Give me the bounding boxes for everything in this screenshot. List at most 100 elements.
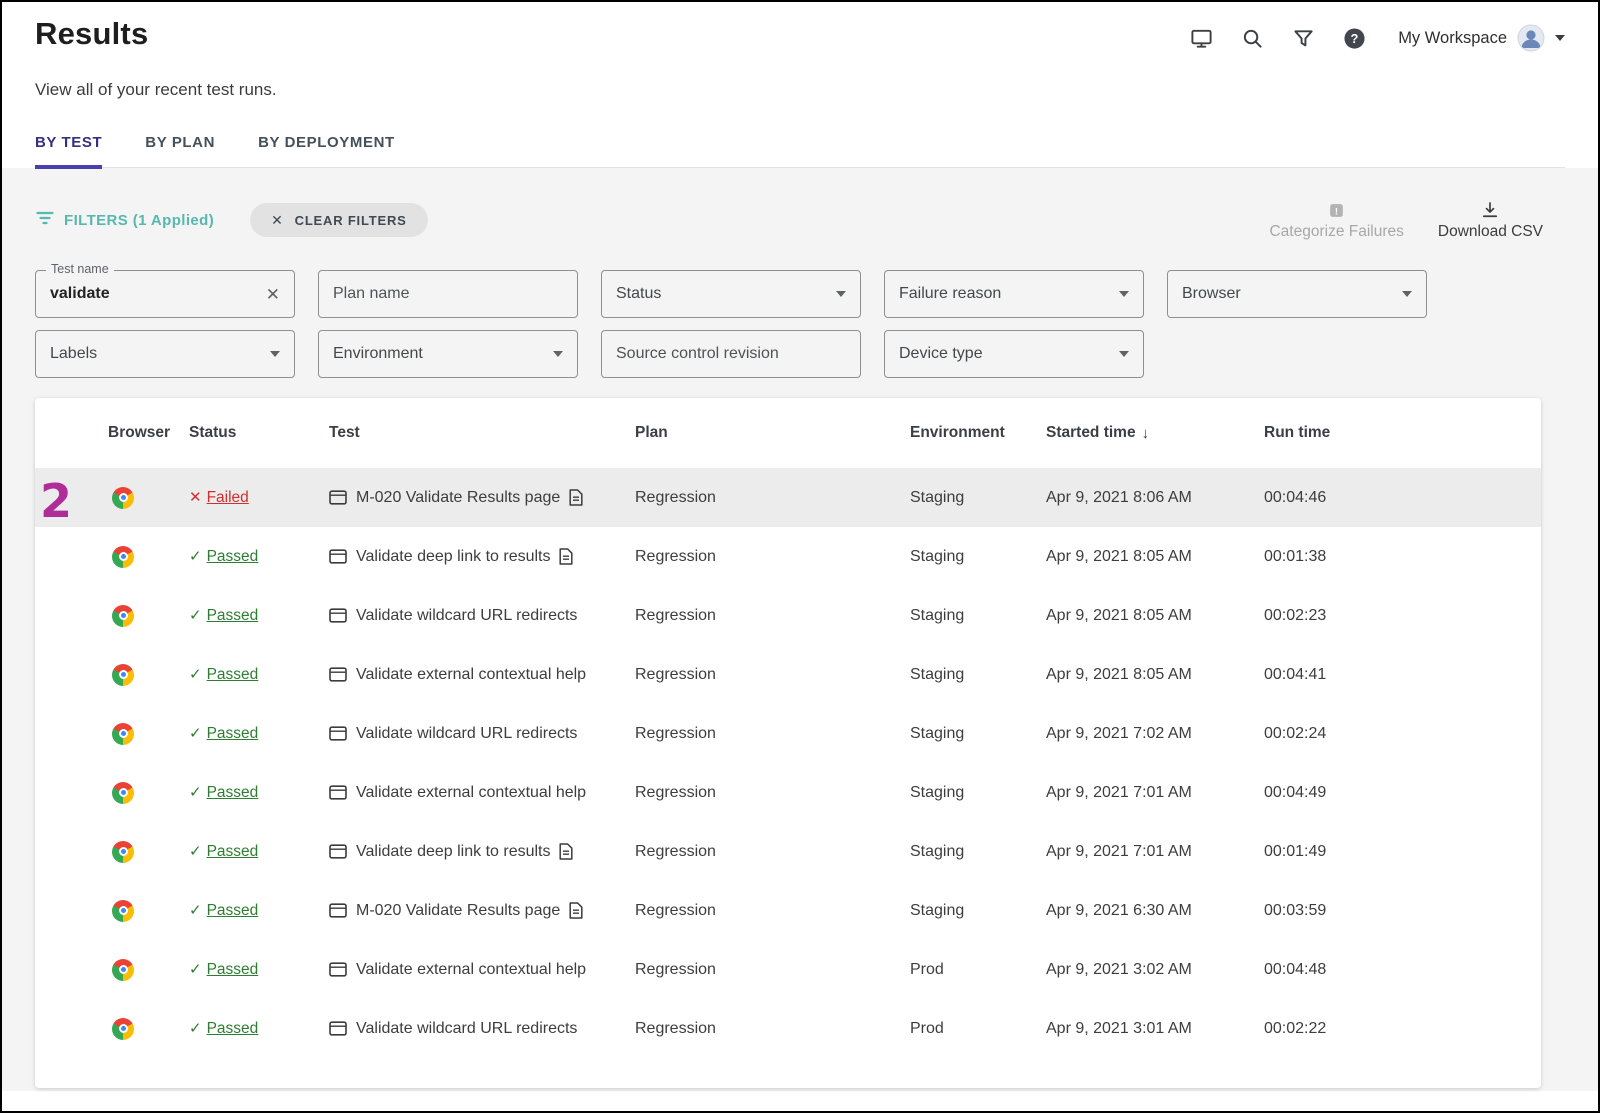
search-icon[interactable] [1241,27,1264,50]
status-filter[interactable]: Status [601,270,861,318]
tab-bar: BY TEST BY PLAN BY DEPLOYMENT [35,134,1565,168]
help-icon[interactable]: ? [1343,27,1366,50]
note-icon[interactable] [569,902,583,919]
status-link[interactable]: Passed [207,725,259,743]
chevron-down-icon [1119,291,1129,297]
clear-test-name-icon[interactable]: ✕ [266,286,280,303]
test-name[interactable]: M-020 Validate Results page [356,902,560,920]
status-link[interactable]: Passed [207,607,259,625]
monitor-icon[interactable] [1190,27,1213,50]
filters-summary-label: FILTERS (1 Applied) [64,212,214,229]
table-row[interactable]: ✓ Passed Validate deep link to results R… [35,822,1541,881]
table-row[interactable]: ✓ Passed Validate wildcard URL redirects… [35,704,1541,763]
browser-window-icon [329,962,347,977]
chrome-browser-icon [112,664,134,686]
test-name[interactable]: Validate external contextual help [356,666,586,684]
test-cell: Validate deep link to results [329,548,635,566]
chrome-browser-icon [112,900,134,922]
table-row[interactable]: ✓ Passed Validate wildcard URL redirects… [35,999,1541,1058]
status-cell: ✓ Passed [189,1020,329,1038]
filter-row-2: Labels Environment Device type [35,330,1565,378]
filters-summary[interactable]: FILTERS (1 Applied) [35,208,214,232]
browser-window-icon [329,785,347,800]
filter-icon[interactable] [1292,27,1315,50]
device-type-filter[interactable]: Device type [884,330,1144,378]
browser-window-icon [329,490,347,505]
failure-reason-filter[interactable]: Failure reason [884,270,1144,318]
status-filter-label: Status [616,285,836,303]
test-name[interactable]: M-020 Validate Results page [356,489,560,507]
chrome-browser-icon [112,959,134,981]
col-started-time[interactable]: Started time ↓ [1046,424,1264,442]
test-name[interactable]: Validate wildcard URL redirects [356,607,577,625]
run-time-cell: 00:01:49 [1264,843,1525,861]
col-plan: Plan [635,424,910,442]
started-time-cell: Apr 9, 2021 7:01 AM [1046,784,1264,802]
test-name-input[interactable] [50,285,258,303]
table-row[interactable]: ✓ Passed Validate deep link to results R… [35,527,1541,586]
source-control-input[interactable] [616,345,846,363]
environment-cell: Staging [910,607,1046,625]
test-name-filter: Test name ✕ [35,270,295,318]
plan-cell: Regression [635,784,910,802]
table-row[interactable]: ✓ Passed Validate external contextual he… [35,645,1541,704]
status-link[interactable]: Passed [207,784,259,802]
test-name[interactable]: Validate wildcard URL redirects [356,1020,577,1038]
test-cell: Validate external contextual help [329,666,635,684]
avatar [1517,24,1545,52]
labels-filter-label: Labels [50,345,270,363]
status-link[interactable]: Passed [207,961,259,979]
tab-by-test[interactable]: BY TEST [35,134,102,167]
table-row[interactable]: ✕ Failed M-020 Validate Results page Reg… [35,468,1541,527]
note-icon[interactable] [569,489,583,506]
note-icon[interactable] [559,548,573,565]
table-row[interactable]: ✓ Passed Validate external contextual he… [35,940,1541,999]
chrome-browser-icon [112,605,134,627]
clear-filters-button[interactable]: ✕ CLEAR FILTERS [250,203,428,237]
chevron-down-icon [1555,35,1565,41]
test-name[interactable]: Validate wildcard URL redirects [356,725,577,743]
test-name[interactable]: Validate external contextual help [356,961,586,979]
workspace-menu[interactable]: My Workspace [1398,24,1565,52]
col-browser: Browser [108,424,189,442]
page-header: Results ? My Workspace [2,2,1598,168]
filter-row-1: Test name ✕ Status Failure reason Browse… [35,270,1565,318]
plan-cell: Regression [635,548,910,566]
status-link[interactable]: Passed [207,548,259,566]
status-cell: ✓ Passed [189,843,329,861]
download-csv-button[interactable]: Download CSV [1438,200,1543,241]
svg-text:?: ? [1351,30,1359,45]
status-link[interactable]: Failed [207,489,249,507]
test-cell: Validate external contextual help [329,961,635,979]
test-name[interactable]: Validate deep link to results [356,548,550,566]
tab-by-deployment[interactable]: BY DEPLOYMENT [258,134,395,167]
test-name[interactable]: Validate external contextual help [356,784,586,802]
test-name[interactable]: Validate deep link to results [356,843,550,861]
environment-filter[interactable]: Environment [318,330,578,378]
plan-name-input[interactable] [333,285,563,303]
table-row[interactable]: ✓ Passed M-020 Validate Results page Reg… [35,881,1541,940]
browser-filter-label: Browser [1182,285,1402,303]
top-actions: ? My Workspace [1190,16,1565,52]
plan-cell: Regression [635,666,910,684]
status-link[interactable]: Passed [207,843,259,861]
status-link[interactable]: Passed [207,1020,259,1038]
status-icon: ✓ [189,726,202,741]
note-icon[interactable] [559,843,573,860]
plan-cell: Regression [635,607,910,625]
failure-reason-label: Failure reason [899,285,1119,303]
table-row[interactable]: ✓ Passed Validate external contextual he… [35,763,1541,822]
browser-filter[interactable]: Browser [1167,270,1427,318]
started-time-cell: Apr 9, 2021 6:30 AM [1046,902,1264,920]
labels-filter[interactable]: Labels [35,330,295,378]
tab-by-plan[interactable]: BY PLAN [145,134,215,167]
run-time-cell: 00:04:48 [1264,961,1525,979]
status-icon: ✓ [189,903,202,918]
table-row[interactable]: ✓ Passed Validate wildcard URL redirects… [35,586,1541,645]
status-link[interactable]: Passed [207,666,259,684]
browser-window-icon [329,667,347,682]
status-icon: ✓ [189,608,202,623]
status-link[interactable]: Passed [207,902,259,920]
col-status: Status [189,424,329,442]
categorize-failures-button[interactable]: ! Categorize Failures [1269,201,1403,241]
